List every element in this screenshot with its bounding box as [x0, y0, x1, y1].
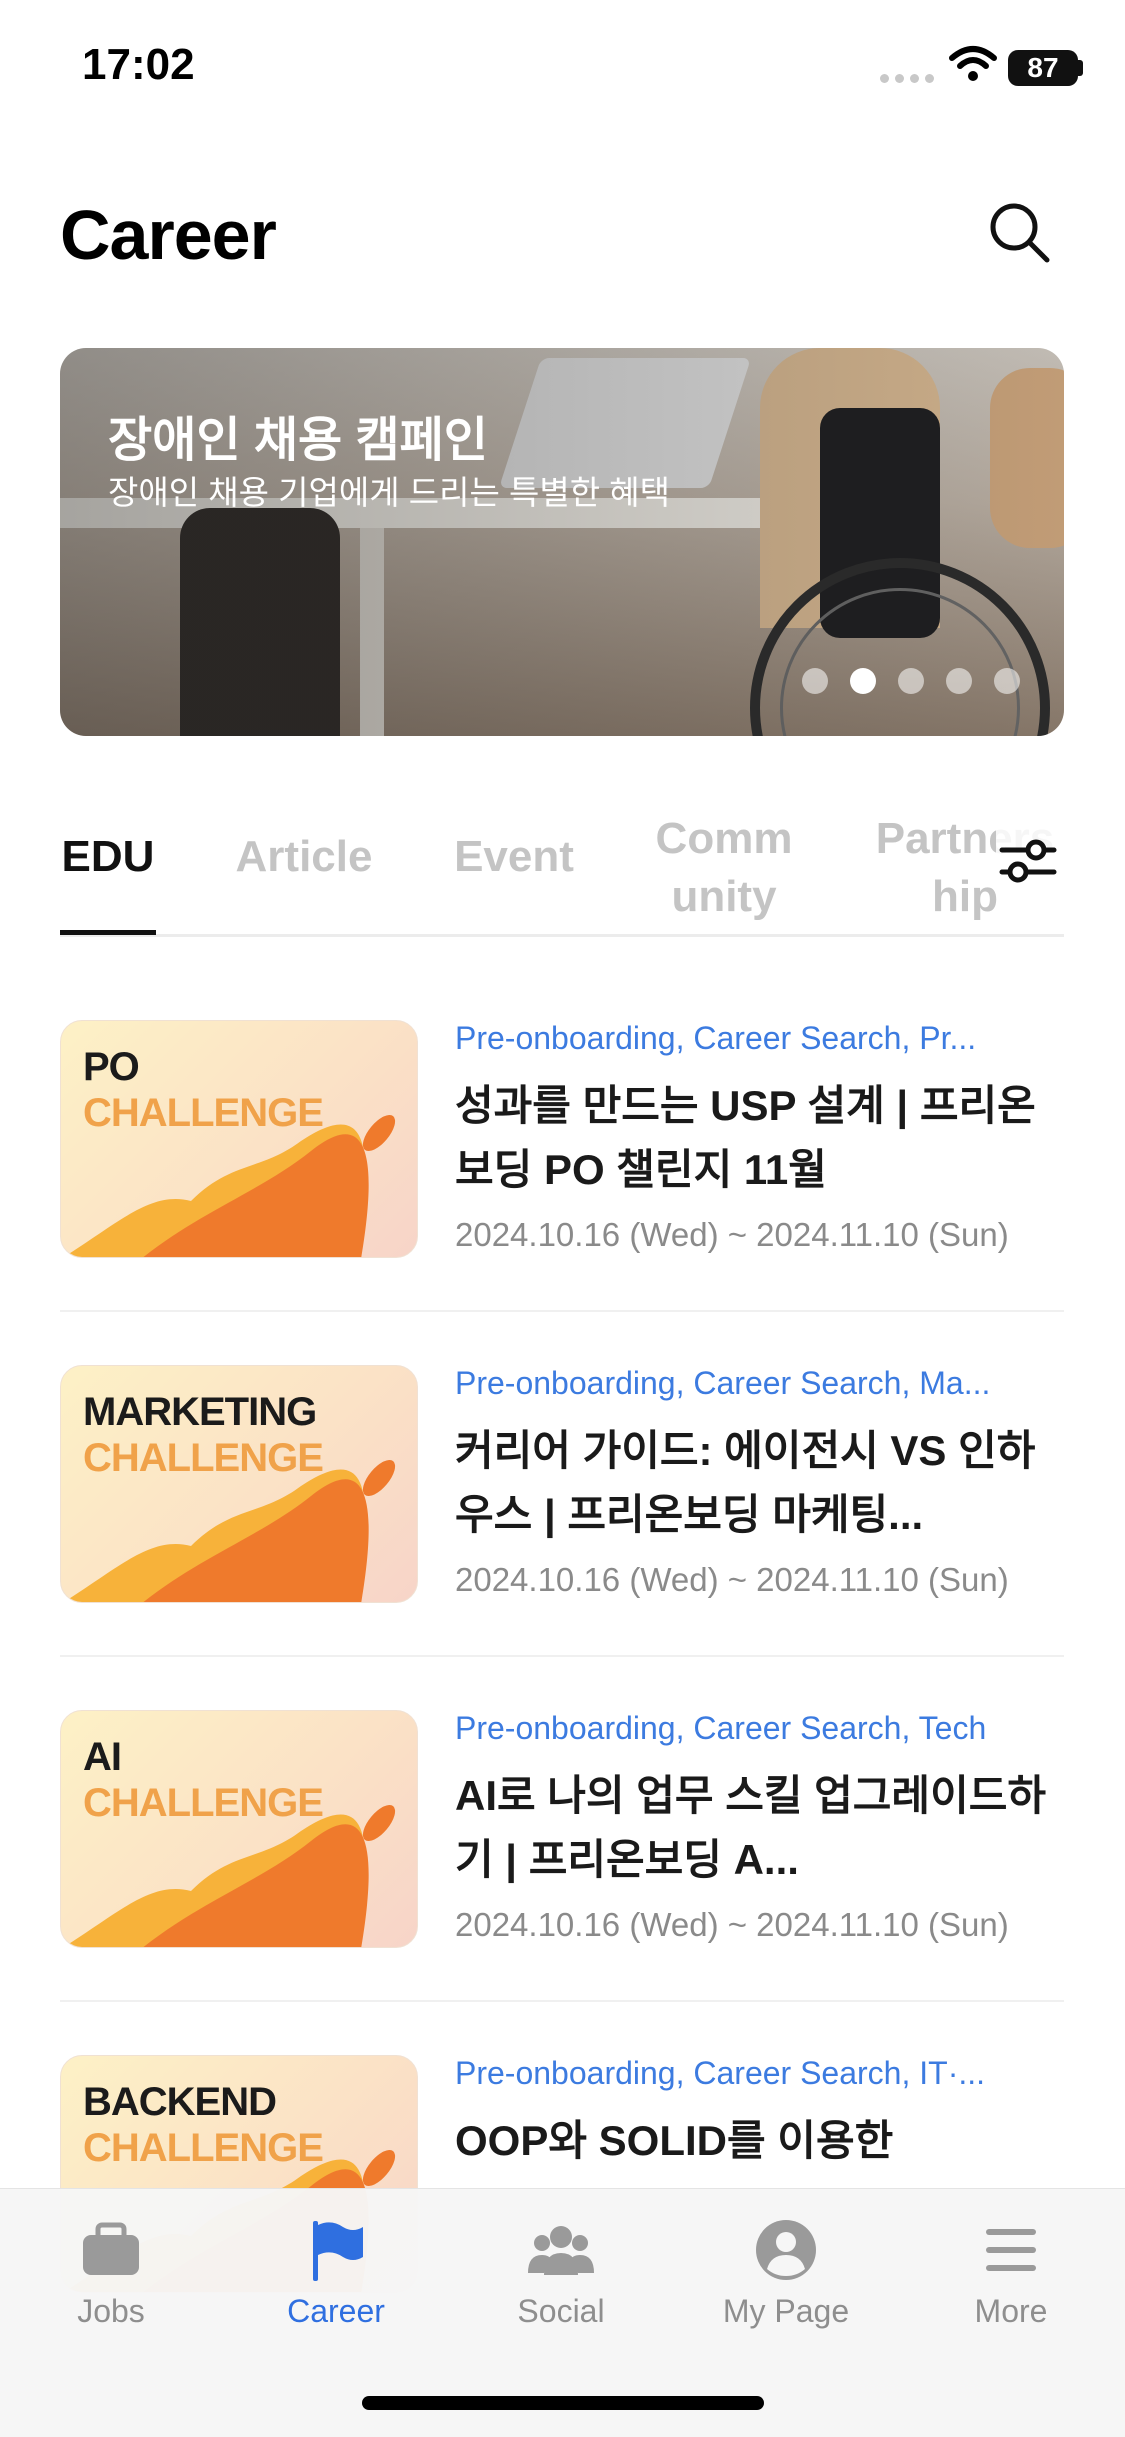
banner-title: 장애인 채용 캠페인: [108, 414, 488, 467]
thumbnail-title-line1: BACKEND: [83, 2080, 277, 2124]
item-categories: Pre-onboarding, Career Search, Pr...: [455, 1020, 977, 1056]
list-item[interactable]: AI CHALLENGE Pre-onboarding, Career Sear…: [60, 1710, 1064, 1950]
nav-label: Social: [517, 2293, 605, 2329]
thumbnail-title-line1: MARKETING: [83, 1390, 317, 1434]
nav-career[interactable]: Career: [246, 2215, 426, 2330]
menu-icon: [986, 2229, 1036, 2271]
thumbnail-title-line1: AI: [83, 1735, 122, 1779]
thumbnail-title-line2: CHALLENGE: [83, 1781, 324, 1825]
item-categories: Pre-onboarding, Career Search, IT·...: [455, 2055, 986, 2091]
pagination-dot[interactable]: [946, 668, 972, 694]
list-divider: [60, 2000, 1064, 2002]
active-tab-indicator: [60, 930, 156, 935]
nav-social[interactable]: Social: [471, 2215, 651, 2330]
battery-indicator: 87: [1008, 50, 1078, 86]
wifi-icon: [949, 46, 997, 81]
banner-pagination[interactable]: [802, 668, 1020, 694]
pagination-dot[interactable]: [802, 668, 828, 694]
nav-more[interactable]: More: [921, 2215, 1101, 2330]
thumbnail-title-line2: CHALLENGE: [83, 2126, 324, 2170]
challenge-thumbnail: AI CHALLENGE: [60, 1710, 418, 1948]
nav-label: Jobs: [77, 2293, 145, 2329]
tab-divider: [60, 934, 1064, 937]
item-date: 2024.10.16 (Wed) ~ 2024.11.10 (Sun): [455, 1561, 1009, 1598]
home-indicator[interactable]: [362, 2396, 764, 2410]
item-date: 2024.10.16 (Wed) ~ 2024.11.10 (Sun): [455, 1216, 1009, 1253]
status-time: 17:02: [82, 40, 195, 89]
tab-community[interactable]: Comm unity: [640, 810, 808, 926]
item-title[interactable]: AI로 나의 업무 스킬 업그레이드하기 | 프리온보딩 A...: [455, 1764, 1055, 1892]
nav-label: More: [974, 2293, 1048, 2329]
nav-my-page[interactable]: My Page: [696, 2215, 876, 2330]
tab-edu[interactable]: EDU: [60, 828, 156, 886]
banner-subtitle: 장애인 채용 기업에게 드리는 특별한 혜택: [108, 474, 670, 511]
pagination-dot[interactable]: [850, 668, 876, 694]
search-icon[interactable]: [985, 198, 1055, 268]
nav-jobs[interactable]: Jobs: [21, 2215, 201, 2330]
pagination-dot[interactable]: [898, 668, 924, 694]
tab-article[interactable]: Article: [226, 828, 382, 886]
challenge-thumbnail: PO CHALLENGE: [60, 1020, 418, 1258]
briefcase-icon: [83, 2222, 139, 2275]
item-title[interactable]: OOP와 SOLID를 이용한: [455, 2109, 1055, 2173]
flag-icon: [313, 2221, 363, 2281]
filter-icon[interactable]: [996, 828, 1060, 892]
challenge-thumbnail: MARKETING CHALLENGE: [60, 1365, 418, 1603]
thumbnail-title-line2: CHALLENGE: [83, 1436, 324, 1480]
list-item[interactable]: PO CHALLENGE Pre-onboarding, Career Sear…: [60, 1020, 1064, 1260]
list-divider: [60, 1655, 1064, 1657]
item-title[interactable]: 커리어 가이드: 에이전시 VS 인하우스 | 프리온보딩 마케팅...: [455, 1419, 1055, 1547]
nav-label: Career: [287, 2293, 385, 2329]
thumbnail-title-line2: CHALLENGE: [83, 1091, 324, 1135]
people-icon: [528, 2226, 594, 2275]
item-categories: Pre-onboarding, Career Search, Tech: [455, 1710, 987, 1746]
list-item[interactable]: MARKETING CHALLENGE Pre-onboarding, Care…: [60, 1365, 1064, 1605]
cellular-signal-icon: [880, 74, 934, 83]
nav-label: My Page: [722, 2293, 850, 2329]
item-categories: Pre-onboarding, Career Search, Ma...: [455, 1365, 991, 1401]
item-date: 2024.10.16 (Wed) ~ 2024.11.10 (Sun): [455, 1906, 1009, 1943]
promo-banner[interactable]: 장애인 채용 캠페인 장애인 채용 기업에게 드리는 특별한 혜택: [60, 348, 1064, 736]
list-divider: [60, 1310, 1064, 1312]
thumbnail-title-line1: PO: [83, 1045, 140, 1089]
profile-icon: [756, 2220, 816, 2280]
tab-event[interactable]: Event: [448, 828, 580, 886]
page-title: Career: [60, 196, 277, 274]
battery-tip: [1078, 60, 1083, 76]
item-title[interactable]: 성과를 만드는 USP 설계 | 프리온보딩 PO 챌린지 11월: [455, 1074, 1055, 1202]
pagination-dot[interactable]: [994, 668, 1020, 694]
